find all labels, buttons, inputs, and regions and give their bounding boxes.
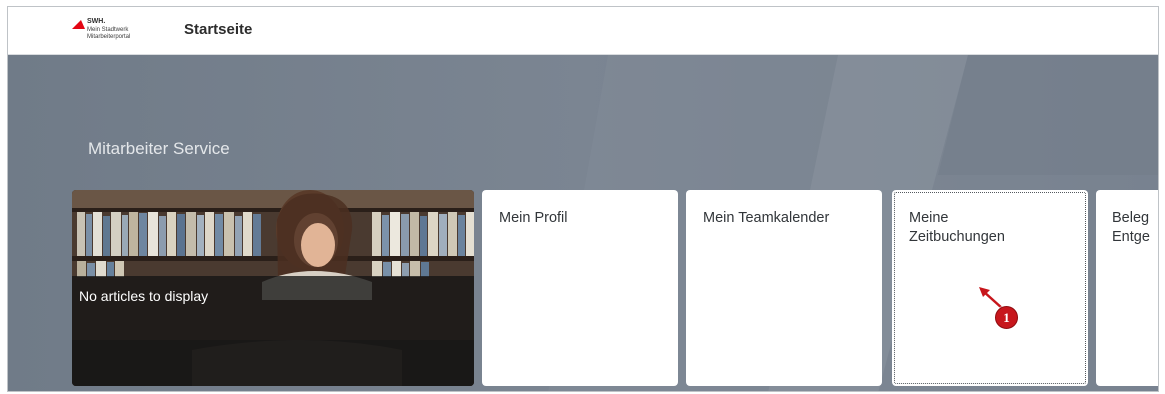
- page-title: Startseite: [184, 21, 253, 38]
- tile-belege-entgelt[interactable]: Beleg Entge: [1096, 190, 1158, 386]
- tile-title: Beleg Entge: [1112, 210, 1150, 245]
- shell-header: SWH. Mein Stadtwerk Mitarbeiterportal St…: [8, 7, 1158, 55]
- tile-title: Mein Teamkalender: [703, 210, 830, 226]
- annotation-marker: 1: [995, 306, 1018, 329]
- logo-text-line3: Mitarbeiterportal: [87, 34, 131, 40]
- section-title: Mitarbeiter Service: [88, 139, 230, 158]
- tile-title: Meine Zeitbuchungen: [909, 210, 1005, 245]
- news-tile[interactable]: No articles to display: [72, 190, 474, 386]
- company-logo[interactable]: SWH. Mein Stadtwerk Mitarbeiterportal: [72, 18, 172, 46]
- news-empty-message: No articles to display: [79, 288, 209, 304]
- tile-mein-teamkalender[interactable]: Mein Teamkalender: [686, 190, 882, 386]
- app-window: SWH. Mein Stadtwerk Mitarbeiterportal St…: [7, 6, 1159, 392]
- tile-mein-profil[interactable]: Mein Profil: [482, 190, 678, 386]
- logo-text-line2: Mein Stadtwerk: [87, 27, 129, 33]
- tile-title: Mein Profil: [499, 210, 568, 226]
- logo-text-line1: SWH.: [87, 18, 106, 25]
- logo-triangle-icon: [72, 20, 85, 29]
